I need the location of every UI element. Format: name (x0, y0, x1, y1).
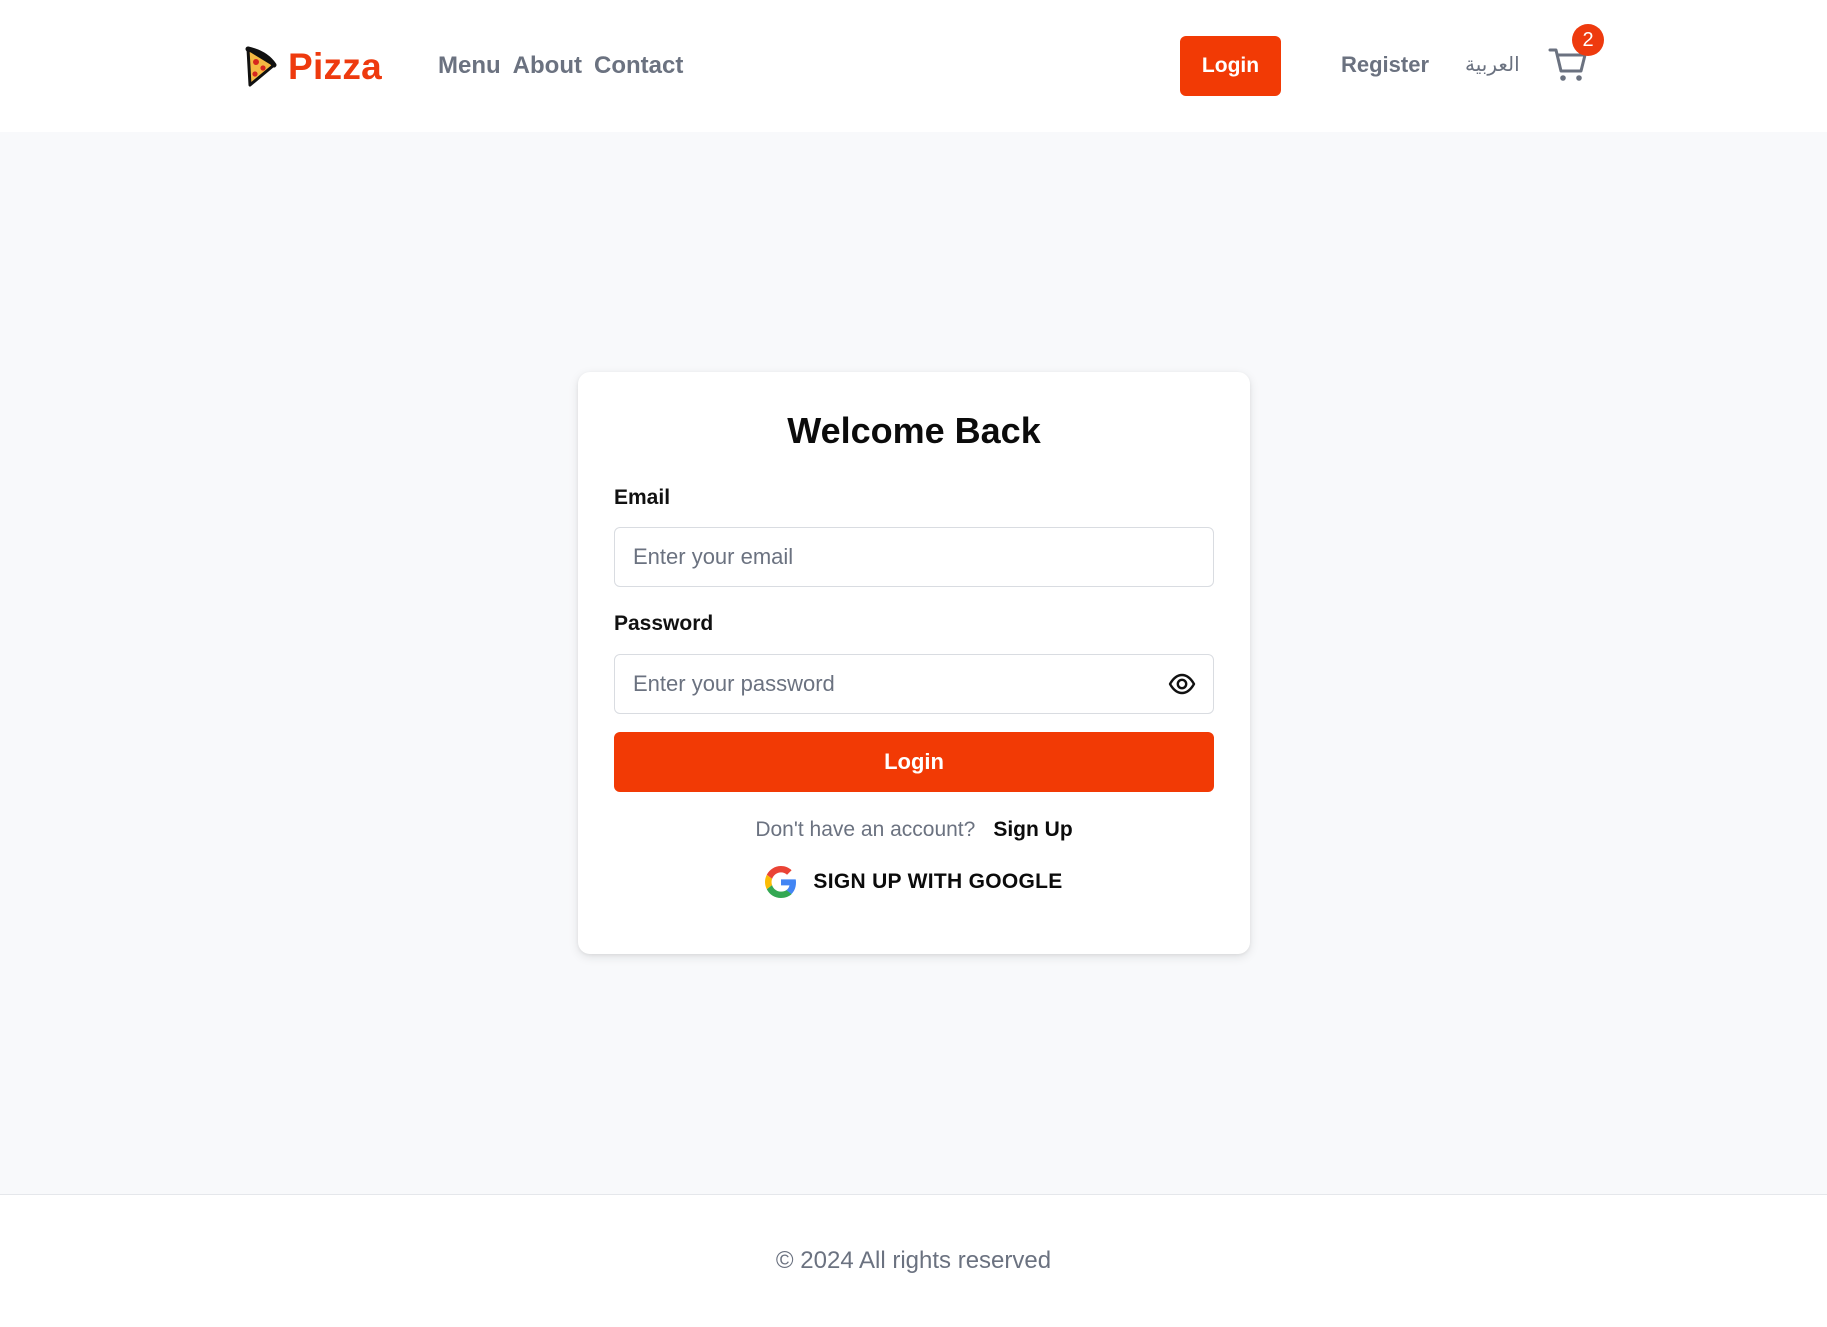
brand-logo[interactable]: Pizza (244, 42, 382, 92)
google-icon (765, 866, 797, 898)
cart-count-badge: 2 (1572, 24, 1604, 56)
login-title: Welcome Back (787, 410, 1041, 451)
nav-menu-link[interactable]: Menu (438, 52, 501, 80)
site-header: Pizza Menu About Contact Login Register … (0, 0, 1827, 132)
brand-name: Pizza (288, 46, 383, 87)
password-label: Password (614, 612, 714, 635)
login-submit-button[interactable]: Login (614, 732, 1214, 792)
nav-contact-link[interactable]: Contact (594, 52, 683, 80)
header-login-button[interactable]: Login (1180, 36, 1281, 96)
email-label: Email (614, 486, 671, 509)
site-footer: © 2024 All rights reserved (0, 1194, 1827, 1327)
signup-prompt: Don't have an account? Sign Up (578, 818, 1250, 842)
header-register-link[interactable]: Register (1341, 52, 1429, 78)
copyright-text: © 2024 All rights reserved (775, 1247, 1052, 1274)
google-signup-label: SIGN UP WITH GOOGLE (813, 870, 1063, 893)
google-signup-button[interactable]: SIGN UP WITH GOOGLE (578, 866, 1250, 898)
no-account-text: Don't have an account? (755, 818, 976, 841)
eye-icon[interactable] (1168, 670, 1196, 698)
main-nav: Menu About Contact (438, 48, 683, 84)
pizza-slice-icon (245, 46, 277, 87)
login-card: Welcome Back Email Password Login Don't … (578, 372, 1250, 954)
language-switch-link[interactable]: العربية (1465, 52, 1520, 76)
nav-about-link[interactable]: About (513, 52, 582, 80)
password-input[interactable] (614, 654, 1214, 714)
email-input[interactable] (614, 527, 1214, 587)
signup-link[interactable]: Sign Up (993, 818, 1072, 842)
